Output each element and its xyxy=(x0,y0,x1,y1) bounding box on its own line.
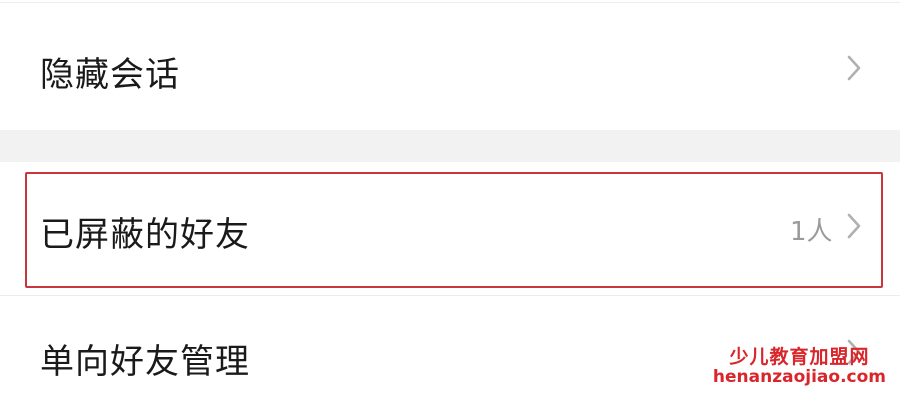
top-divider xyxy=(0,2,900,3)
one-way-friends-label: 单向好友管理 xyxy=(40,342,250,382)
hidden-conversations-label: 隐藏会话 xyxy=(40,55,180,95)
section-gap xyxy=(0,130,900,162)
highlight-box xyxy=(25,172,883,288)
site-watermark: 少儿教育加盟网 henanzaojiao.com xyxy=(712,345,886,388)
watermark-title: 少儿教育加盟网 xyxy=(729,345,870,368)
watermark-domain: henanzaojiao.com xyxy=(712,367,886,388)
hidden-conversations-row[interactable]: 隐藏会话 xyxy=(0,5,900,130)
chevron-right-icon xyxy=(845,54,863,82)
